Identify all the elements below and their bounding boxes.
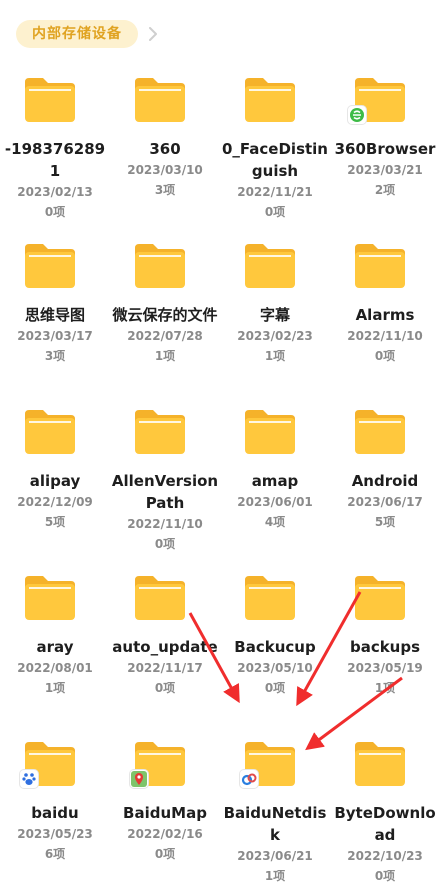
folder-name: BaiduMap 2022/02/16 0项 — [110, 802, 220, 864]
folder-item-count: 0项 — [154, 681, 176, 695]
folder-icon — [353, 740, 407, 788]
folder-icon — [23, 242, 77, 290]
folder-item-count: 5项 — [44, 515, 66, 529]
folder-name: -1983762891 2023/02/13 0项 — [0, 138, 110, 222]
folder-date: 2023/02/13 — [17, 185, 93, 199]
folder-name: alipay 2022/12/09 5项 — [0, 470, 110, 532]
folder-date: 2023/05/10 — [237, 661, 313, 675]
folder-icon — [353, 574, 407, 622]
baidunetdisk-icon — [240, 770, 258, 788]
breadcrumb-internal-storage[interactable]: 内部存储设备 — [16, 20, 138, 48]
folder-date: 2023/02/23 — [237, 329, 313, 343]
folder-icon — [243, 574, 297, 622]
folder-icon — [133, 574, 187, 622]
folder-icon — [243, 408, 297, 456]
folder-icon — [353, 242, 407, 290]
folder-icon — [133, 76, 187, 124]
folder-icon — [133, 408, 187, 456]
folder-item-count: 0项 — [374, 869, 396, 883]
folder-date: 2023/06/01 — [237, 495, 313, 509]
folder-name: baidu 2023/05/23 6项 — [0, 802, 110, 864]
folder-item-count: 2项 — [374, 183, 396, 197]
folder-item-count: 3项 — [44, 349, 66, 363]
folder-date: 2023/06/17 — [347, 495, 423, 509]
breadcrumb: 内部存储设备 — [16, 20, 158, 48]
folder-icon — [243, 76, 297, 124]
chevron-right-icon — [149, 27, 157, 41]
folder-date: 2022/11/10 — [347, 329, 423, 343]
folder-date: 2023/05/19 — [347, 661, 423, 675]
folder-item-count: 0项 — [154, 847, 176, 861]
folder-name: 微云保存的文件 2022/07/28 1项 — [110, 304, 220, 366]
folder-name: auto_update 2022/11/17 0项 — [110, 636, 220, 698]
folder-name: AllenVersionPath 2022/11/10 0项 — [110, 470, 220, 554]
folder-name: 0_FaceDistinguish 2022/11/21 0项 — [220, 138, 330, 222]
baidumap-pin-icon — [130, 770, 148, 788]
folder-name: amap 2023/06/01 4项 — [220, 470, 330, 532]
folder-name: Alarms 2022/11/10 0项 — [330, 304, 440, 366]
folder-date: 2022/10/23 — [347, 849, 423, 863]
folder-date: 2022/11/17 — [127, 661, 203, 675]
folder-item-count: 1项 — [44, 681, 66, 695]
folder-icon — [23, 408, 77, 456]
folder-name: 字幕 2023/02/23 1项 — [220, 304, 330, 366]
folder-icon — [243, 242, 297, 290]
folder-date: 2023/03/10 — [127, 163, 203, 177]
folder-name: aray 2022/08/01 1项 — [0, 636, 110, 698]
folder-item-count: 1项 — [374, 681, 396, 695]
folder-name: backups 2023/05/19 1项 — [330, 636, 440, 698]
folder-item-count: 4项 — [264, 515, 286, 529]
folder-name: 360Browser 2023/03/21 2项 — [330, 138, 440, 200]
folder-date: 2023/03/17 — [17, 329, 93, 343]
folder-name: BaiduNetdisk 2023/06/21 1项 — [220, 802, 330, 886]
folder-item-count: 0项 — [374, 349, 396, 363]
folder-item-count: 6项 — [44, 847, 66, 861]
folder-item-count: 1项 — [264, 349, 286, 363]
folder-name: 360 2023/03/10 3项 — [110, 138, 220, 200]
folder-name: Backucup 2023/05/10 0项 — [220, 636, 330, 698]
360-browser-icon — [348, 106, 366, 124]
folder-item-count: 0项 — [44, 205, 66, 219]
folder-date: 2022/08/01 — [17, 661, 93, 675]
folder-date: 2022/12/09 — [17, 495, 93, 509]
folder-item-count: 1项 — [154, 349, 176, 363]
folder-name: ByteDownload 2022/10/23 0项 — [330, 802, 440, 886]
folder-date: 2022/11/10 — [127, 517, 203, 531]
folder-date: 2022/02/16 — [127, 827, 203, 841]
folder-item-count: 5项 — [374, 515, 396, 529]
folder-icon — [23, 574, 77, 622]
folder-icon — [353, 408, 407, 456]
folder-date: 2023/05/23 — [17, 827, 93, 841]
folder-name: 思维导图 2023/03/17 3项 — [0, 304, 110, 366]
folder-date: 2022/07/28 — [127, 329, 203, 343]
folder-icon — [23, 76, 77, 124]
baidu-paw-icon — [20, 770, 38, 788]
folder-item-count: 0项 — [154, 537, 176, 551]
folder-date: 2022/11/21 — [237, 185, 313, 199]
folder-item-count: 1项 — [264, 869, 286, 883]
folder-item-count: 0项 — [264, 681, 286, 695]
folder-item-count: 3项 — [154, 183, 176, 197]
folder-date: 2023/03/21 — [347, 163, 423, 177]
folder-item-count: 0项 — [264, 205, 286, 219]
folder-icon — [133, 242, 187, 290]
folder-date: 2023/06/21 — [237, 849, 313, 863]
folder-name: Android 2023/06/17 5项 — [330, 470, 440, 532]
